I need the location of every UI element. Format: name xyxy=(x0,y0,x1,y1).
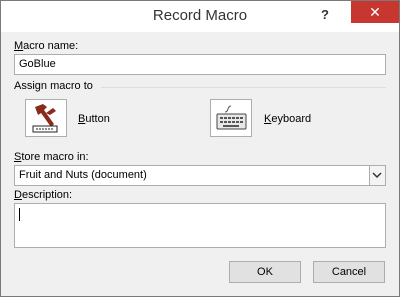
macro-name-input[interactable]: GoBlue xyxy=(14,54,386,75)
button-option-label[interactable]: Button xyxy=(78,113,110,125)
dropdown-arrow[interactable] xyxy=(369,166,385,185)
macro-name-label: Macro name: xyxy=(14,40,79,52)
description-textarea[interactable] xyxy=(14,203,386,248)
dialog-title: Record Macro xyxy=(152,7,248,24)
store-macro-select[interactable]: Fruit and Nuts (document) xyxy=(14,165,386,186)
assign-keyboard-button[interactable] xyxy=(210,99,252,137)
title-bar[interactable]: Record Macro ? ✕ xyxy=(1,1,399,32)
cancel-button[interactable]: Cancel xyxy=(313,261,385,283)
description-label: Description: xyxy=(14,189,73,201)
hammer-icon xyxy=(32,104,58,133)
assign-macro-label: Assign macro to xyxy=(14,80,93,92)
store-macro-label: Store macro in: xyxy=(14,151,89,163)
close-button[interactable]: ✕ xyxy=(351,1,399,23)
ok-button[interactable]: OK xyxy=(229,261,301,283)
chevron-down-icon xyxy=(372,172,382,179)
assign-button-button[interactable] xyxy=(25,99,67,137)
text-caret xyxy=(19,208,20,221)
help-button[interactable]: ? xyxy=(315,5,335,25)
keyboard-option-label[interactable]: Keyboard xyxy=(264,113,311,125)
record-macro-dialog: Record Macro ? ✕ Macro name: GoBlue Assi… xyxy=(0,0,400,297)
store-macro-value: Fruit and Nuts (document) xyxy=(19,169,147,181)
group-divider xyxy=(101,87,386,88)
keyboard-icon xyxy=(216,105,247,130)
